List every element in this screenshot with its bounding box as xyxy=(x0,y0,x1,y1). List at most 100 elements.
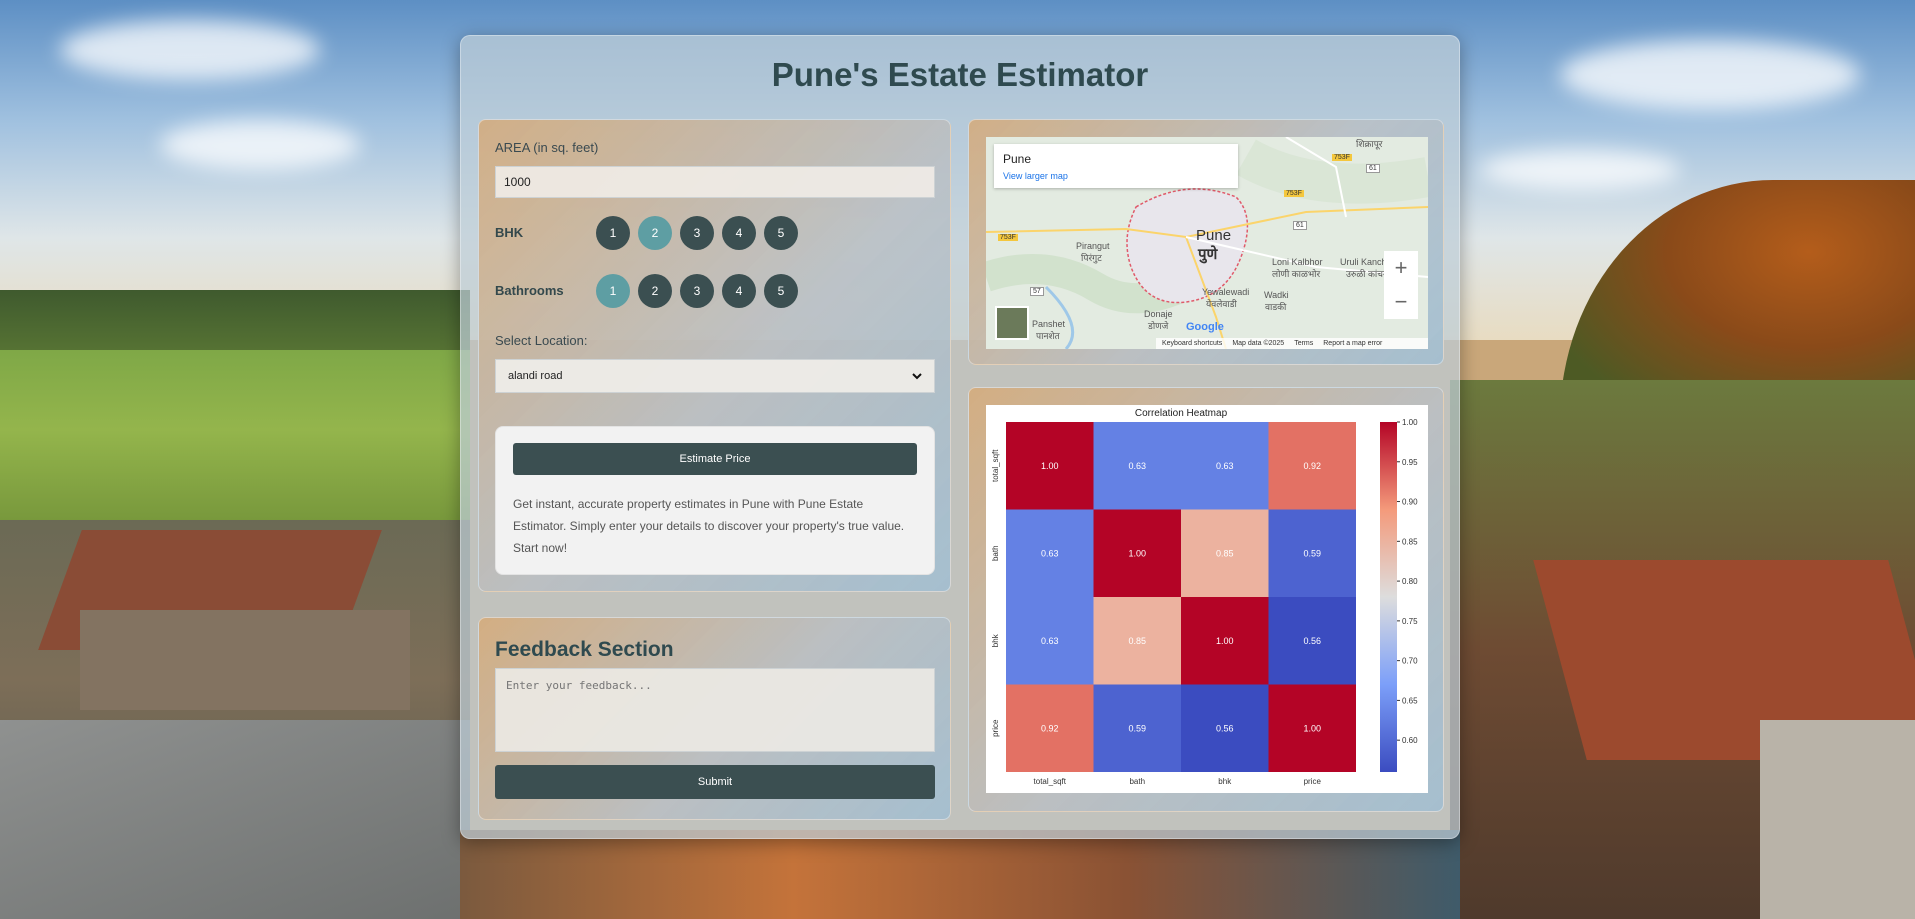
colorbar-tick-label: 0.85 xyxy=(1402,537,1418,546)
road-badge: 57 xyxy=(1030,287,1044,296)
map-footer: Keyboard shortcuts Map data ©2025 Terms … xyxy=(1156,338,1428,349)
map-label-donaje-local: डोणजे xyxy=(1148,321,1169,331)
heatmap-cell-value: 0.92 xyxy=(1041,723,1059,733)
bathrooms-option[interactable]: 2 xyxy=(638,274,672,308)
heatmap-cell-value: 1.00 xyxy=(1041,461,1059,471)
bathrooms-option[interactable]: 3 xyxy=(680,274,714,308)
heatmap-cell-value: 1.00 xyxy=(1216,636,1234,646)
bathrooms-option[interactable]: 4 xyxy=(722,274,756,308)
map-label-panshet: Panshet xyxy=(1032,319,1066,329)
map-label-pirangut: Pirangut xyxy=(1076,241,1110,251)
colorbar-tick-label: 1.00 xyxy=(1402,418,1418,427)
road-badge: 61 xyxy=(1366,164,1380,173)
map-label-loni-kalbhor: Loni Kalbhor xyxy=(1272,257,1323,267)
keyboard-shortcuts-link[interactable]: Keyboard shortcuts xyxy=(1162,340,1222,347)
bathrooms-label: Bathrooms xyxy=(495,283,564,298)
colorbar-tick-label: 0.70 xyxy=(1402,657,1418,666)
heatmap-y-tick-label: total_sqft xyxy=(991,449,1000,482)
heatmap-cell-value: 0.56 xyxy=(1216,723,1234,733)
road-badge: 753F xyxy=(1332,154,1352,161)
bhk-option[interactable]: 1 xyxy=(596,216,630,250)
bhk-option[interactable]: 4 xyxy=(722,216,756,250)
map-city-label: Pune xyxy=(1196,227,1232,244)
zoom-out-button[interactable]: − xyxy=(1384,285,1418,319)
road-badge: 753F xyxy=(998,234,1018,241)
map-label-pirangut-local: पिरंगुट xyxy=(1081,253,1102,263)
heatmap-cell-value: 0.59 xyxy=(1128,723,1146,733)
view-larger-map-link[interactable]: View larger map xyxy=(1003,171,1068,181)
map-label-uruli-kanchan-local: उरुळी कांचन xyxy=(1346,269,1388,279)
road-badge: 753F xyxy=(1284,190,1304,197)
map-label-yewalewadi: Yewalewadi xyxy=(1202,287,1250,297)
estimate-price-button[interactable]: Estimate Price xyxy=(513,443,917,475)
bhk-option[interactable]: 2 xyxy=(638,216,672,250)
heatmap-cell-value: 1.00 xyxy=(1128,548,1146,558)
heatmap-title: Correlation Heatmap xyxy=(1135,408,1228,419)
heatmap-y-tick-label: bhk xyxy=(991,633,1000,647)
bhk-label: BHK xyxy=(495,225,524,240)
estimate-card: Estimate Price Get instant, accurate pro… xyxy=(495,426,935,575)
main-container: Pune's Estate Estimator AREA (in sq. fee… xyxy=(460,35,1460,839)
heatmap-x-tick-label: bhk xyxy=(1218,777,1232,786)
colorbar-tick-label: 0.60 xyxy=(1402,736,1418,745)
report-error-link[interactable]: Report a map error xyxy=(1323,340,1382,347)
map-label-loni-kalbhor-local: लोणी काळभोर xyxy=(1272,269,1321,279)
chevron-down-icon xyxy=(912,372,922,379)
heatmap-cell-value: 0.63 xyxy=(1041,548,1059,558)
heatmap-cell-value: 0.92 xyxy=(1303,461,1321,471)
colorbar-tick-label: 0.75 xyxy=(1402,617,1418,626)
location-selected-value: alandi road xyxy=(508,370,563,382)
heatmap-x-tick-label: price xyxy=(1304,777,1322,786)
feedback-textarea[interactable] xyxy=(495,668,935,752)
heatmap-cell-value: 0.56 xyxy=(1303,636,1321,646)
bhk-option[interactable]: 3 xyxy=(680,216,714,250)
road-badge: 61 xyxy=(1293,221,1307,230)
description-text: Get instant, accurate property estimates… xyxy=(513,497,905,555)
map-label-shikrapur: शिक्रापूर xyxy=(1356,139,1383,149)
feedback-title: Feedback Section xyxy=(495,638,674,661)
colorbar-tick-label: 0.80 xyxy=(1402,577,1418,586)
area-label: AREA (in sq. feet) xyxy=(495,140,599,155)
map-data-text: Map data ©2025 xyxy=(1232,340,1285,347)
bathrooms-option[interactable]: 1 xyxy=(596,274,630,308)
map-label-wadki: Wadki xyxy=(1264,290,1289,300)
heatmap-x-tick-label: bath xyxy=(1129,777,1145,786)
feedback-panel: Feedback Section Submit xyxy=(478,617,951,820)
estimator-form-panel: AREA (in sq. feet) BHK Bathrooms Select … xyxy=(478,119,951,592)
location-map[interactable]: Pune View larger map Pune पुणे Pirangut … xyxy=(986,137,1428,349)
area-input[interactable] xyxy=(495,166,935,198)
map-city-label-local: पुणे xyxy=(1198,246,1218,263)
heatmap-y-tick-label: price xyxy=(991,719,1000,737)
correlation-heatmap: Correlation Heatmap 1.00 0.63 0.63 0.92 0.63 1… xyxy=(991,408,1418,786)
map-label-wadki-local: वाडकी xyxy=(1265,302,1287,312)
heatmap-colorbar xyxy=(1380,422,1397,772)
heatmap-panel: Correlation Heatmap 1.00 0.63 0.63 0.92 0.63 1… xyxy=(968,387,1444,812)
heatmap-figure: Correlation Heatmap 1.00 0.63 0.63 0.92 0.63 1… xyxy=(986,405,1428,793)
colorbar-tick-label: 0.65 xyxy=(1402,696,1418,705)
map-info-card: Pune View larger map xyxy=(994,144,1238,188)
page-title: Pune's Estate Estimator xyxy=(771,56,1149,93)
map-label-donaje: Donaje xyxy=(1144,309,1173,319)
map-place-name: Pune xyxy=(1003,152,1032,166)
map-label-yewalewadi-local: येवलेवाडी xyxy=(1206,299,1237,309)
submit-button[interactable]: Submit xyxy=(495,765,935,799)
location-label: Select Location: xyxy=(495,333,588,348)
heatmap-cell-value: 0.85 xyxy=(1128,636,1146,646)
map-label-panshet-local: पानशेत xyxy=(1036,331,1060,341)
heatmap-cell-value: 0.85 xyxy=(1216,548,1234,558)
bhk-option[interactable]: 5 xyxy=(764,216,798,250)
terms-link[interactable]: Terms xyxy=(1294,340,1313,347)
colorbar-tick-label: 0.90 xyxy=(1402,498,1418,507)
google-logo: Google xyxy=(1186,321,1224,333)
location-select[interactable]: alandi road xyxy=(495,359,935,393)
heatmap-cell-value: 0.63 xyxy=(1128,461,1146,471)
heatmap-x-tick-label: total_sqft xyxy=(1034,777,1067,786)
heatmap-cell-value: 0.63 xyxy=(1041,636,1059,646)
heatmap-y-tick-label: bath xyxy=(991,545,1000,561)
zoom-in-button[interactable]: + xyxy=(1384,251,1418,285)
heatmap-cell-value: 0.63 xyxy=(1216,461,1234,471)
map-panel: Pune View larger map Pune पुणे Pirangut … xyxy=(968,119,1444,365)
bathrooms-option[interactable]: 5 xyxy=(764,274,798,308)
heatmap-cell-value: 0.59 xyxy=(1303,548,1321,558)
colorbar-tick-label: 0.95 xyxy=(1402,458,1418,467)
